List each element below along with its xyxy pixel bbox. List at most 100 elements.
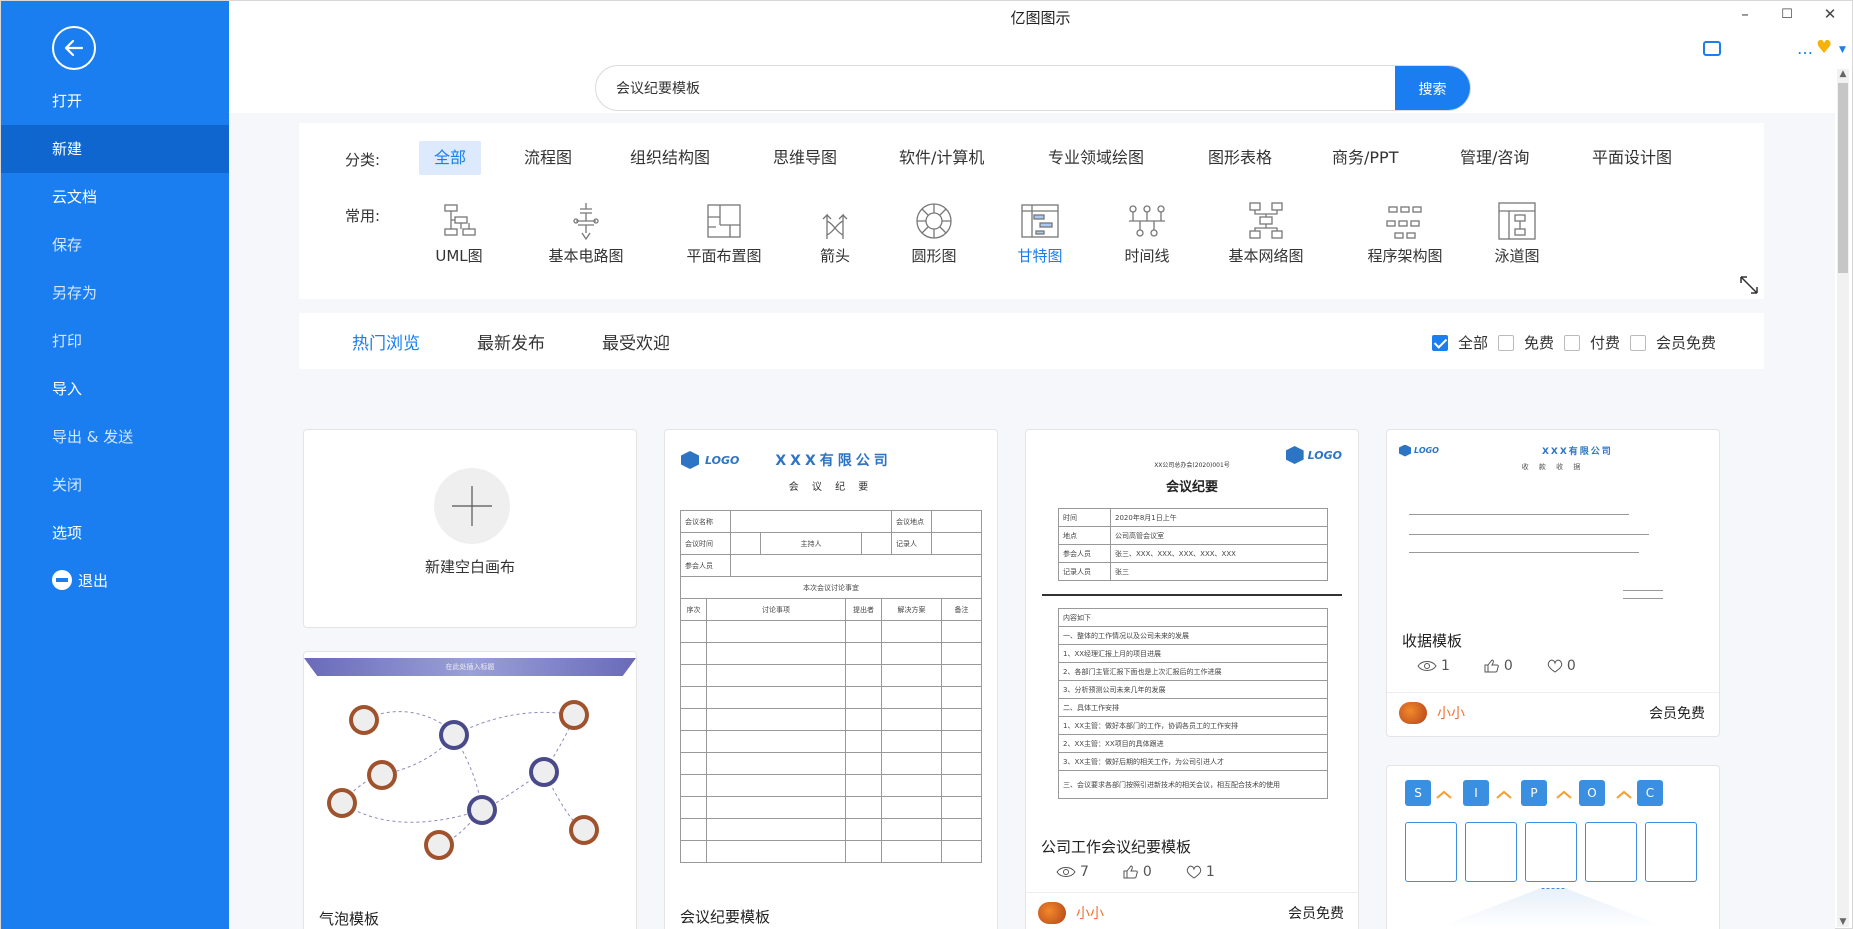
- scroll-down-icon[interactable]: ▼: [1837, 917, 1849, 927]
- maximize-button[interactable]: ☐: [1776, 7, 1798, 22]
- eye-icon: [1417, 661, 1437, 671]
- author-name[interactable]: 小小: [1076, 903, 1104, 923]
- common-gantt[interactable]: 甘特图: [1005, 201, 1075, 266]
- views-count: 7: [1080, 864, 1089, 880]
- new-blank-label: 新建空白画布: [424, 558, 515, 576]
- common-swimlane-label: 泳道图: [1494, 247, 1540, 265]
- avatar[interactable]: [1038, 902, 1066, 924]
- filter-all-checkbox[interactable]: [1432, 334, 1448, 351]
- vip-icon[interactable]: ♥: [1816, 39, 1836, 57]
- sipoc-template-card[interactable]: S I P O C: [1386, 765, 1720, 929]
- sidebar-item-cloud[interactable]: 云文档: [1, 173, 229, 221]
- likes-count: 0: [1503, 658, 1513, 674]
- receipt-template-card[interactable]: LOGO XXX有限公司 收 款 收 据 收据模板 1 0 0 小小 会员免费: [1386, 429, 1720, 737]
- common-timeline-label: 时间线: [1124, 247, 1170, 265]
- favs-count: 1: [1205, 864, 1215, 880]
- close-button[interactable]: ✕: [1819, 5, 1841, 23]
- common-floor-plan[interactable]: 平面布置图: [674, 201, 774, 266]
- sidebar-item-open[interactable]: 打开: [1, 77, 229, 125]
- sidebar-item-import[interactable]: 导入: [1, 365, 229, 413]
- category-all[interactable]: 全部: [419, 141, 482, 175]
- more-icon[interactable]: …: [1797, 39, 1813, 58]
- category-org-chart[interactable]: 组织结构图: [615, 141, 725, 175]
- expand-icon[interactable]: [1739, 275, 1759, 295]
- back-arrow-icon[interactable]: [52, 26, 96, 70]
- tab-hot[interactable]: 热门浏览: [352, 329, 420, 354]
- window-title: 亿图图示: [1010, 9, 1071, 27]
- scrollbar[interactable]: ▲ ▼: [1837, 69, 1849, 927]
- favs[interactable]: 1: [1186, 864, 1215, 880]
- filter-paid-label: 付费: [1590, 334, 1621, 352]
- category-management[interactable]: 管理/咨询: [1445, 141, 1544, 175]
- chat-icon[interactable]: [1703, 41, 1721, 56]
- common-circle[interactable]: 圆形图: [899, 201, 969, 266]
- avatar[interactable]: [1399, 702, 1427, 724]
- sipoc-box: [1585, 822, 1637, 882]
- filter-free[interactable]: 免费: [1498, 332, 1554, 353]
- category-business-ppt[interactable]: 商务/PPT: [1317, 141, 1413, 175]
- category-mindmap[interactable]: 思维导图: [758, 141, 852, 175]
- new-blank-card[interactable]: 新建空白画布: [303, 429, 637, 628]
- common-architecture[interactable]: 程序架构图: [1355, 201, 1455, 266]
- common-network[interactable]: 基本网络图: [1221, 201, 1311, 266]
- meeting-row-time: 会议时间: [680, 532, 731, 555]
- views: 7: [1056, 864, 1089, 880]
- meeting-col-note: 备注: [941, 598, 982, 621]
- chevron-down-icon[interactable]: ▼: [1839, 45, 1846, 55]
- meeting-section: 本次会议讨论事宜: [680, 576, 982, 599]
- search-button[interactable]: 搜索: [1395, 66, 1470, 110]
- bubble-banner: 在此处插入标题: [304, 658, 636, 676]
- favs[interactable]: 0: [1547, 658, 1576, 674]
- common-arrow[interactable]: 箭头: [805, 201, 865, 266]
- receipt-line: [1409, 552, 1639, 553]
- common-arrow-label: 箭头: [819, 247, 850, 265]
- scroll-up-icon[interactable]: ▲: [1837, 69, 1849, 79]
- exit-icon: [52, 570, 72, 590]
- content-line: 一、整体的工作情况以及公司未来的发展: [1058, 626, 1328, 645]
- common-swimlane[interactable]: 泳道图: [1482, 201, 1552, 266]
- filter-member-free[interactable]: 会员免费: [1630, 332, 1716, 353]
- receipt-doc-company: XXX有限公司: [1541, 447, 1613, 457]
- meeting-col-solution: 解决方案: [881, 598, 942, 621]
- scroll-thumb[interactable]: [1838, 83, 1848, 273]
- filter-paid[interactable]: 付费: [1564, 332, 1620, 353]
- tab-latest[interactable]: 最新发布: [477, 329, 545, 354]
- common-uml[interactable]: UML图: [419, 201, 499, 266]
- meeting-doc-table: 会议名称 会议地点 会议时间 主持人 记录人 参会人员 本次会议讨论事宜 序次 讨论事…: [680, 510, 982, 863]
- author-name[interactable]: 小小: [1437, 703, 1465, 723]
- favs-count: 0: [1566, 658, 1576, 674]
- sidebar-item-print[interactable]: 打印: [1, 317, 229, 365]
- common-circuit[interactable]: 基本电路图: [536, 201, 636, 266]
- sidebar-item-close[interactable]: 关闭: [1, 461, 229, 509]
- category-flowchart[interactable]: 流程图: [509, 141, 587, 175]
- filter-free-checkbox[interactable]: [1498, 334, 1514, 351]
- filter-paid-checkbox[interactable]: [1564, 334, 1580, 351]
- category-software[interactable]: 软件/计算机: [884, 141, 999, 175]
- filter-all[interactable]: 全部: [1432, 332, 1488, 353]
- floor-plan-icon: [707, 204, 741, 238]
- category-professional[interactable]: 专业领域绘图: [1033, 141, 1159, 175]
- sidebar-item-exit[interactable]: 退出: [1, 557, 229, 605]
- minimize-button[interactable]: –: [1734, 5, 1756, 23]
- sidebar-item-save[interactable]: 保存: [1, 221, 229, 269]
- search-input[interactable]: [596, 66, 1395, 110]
- bubble-template-card[interactable]: 在此处插入标题 气泡模板: [303, 651, 637, 929]
- likes[interactable]: 0: [1123, 864, 1152, 880]
- tab-popular[interactable]: 最受欢迎: [602, 329, 670, 354]
- sidebar-item-new[interactable]: 新建: [1, 125, 229, 173]
- sidebar-item-options[interactable]: 选项: [1, 509, 229, 557]
- info-label: 记录人员: [1058, 562, 1111, 581]
- category-graphic-design[interactable]: 平面设计图: [1577, 141, 1687, 175]
- sidebar-item-export[interactable]: 导出 & 发送: [1, 413, 229, 461]
- company-meeting-card[interactable]: XX公司总办会(2020)001号 LOGO 会议纪要 时间 2020年8月1日上…: [1025, 429, 1359, 929]
- likes[interactable]: 0: [1484, 658, 1513, 674]
- sipoc-box: [1465, 822, 1517, 882]
- common-timeline[interactable]: 时间线: [1112, 201, 1182, 266]
- filter-member-free-checkbox[interactable]: [1630, 334, 1646, 351]
- meeting-template-card[interactable]: LOGO XXX有限公司 会 议 纪 要 会议名称 会议地点 会议时间 主持人 记录人…: [664, 429, 998, 929]
- circle-diagram-icon: [916, 203, 952, 239]
- category-tables[interactable]: 图形表格: [1193, 141, 1287, 175]
- gantt-icon: [1021, 204, 1059, 238]
- sidebar-item-save-as[interactable]: 另存为: [1, 269, 229, 317]
- tab-panel: 热门浏览 最新发布 最受欢迎 全部 免费 付费 会员免费: [299, 313, 1764, 369]
